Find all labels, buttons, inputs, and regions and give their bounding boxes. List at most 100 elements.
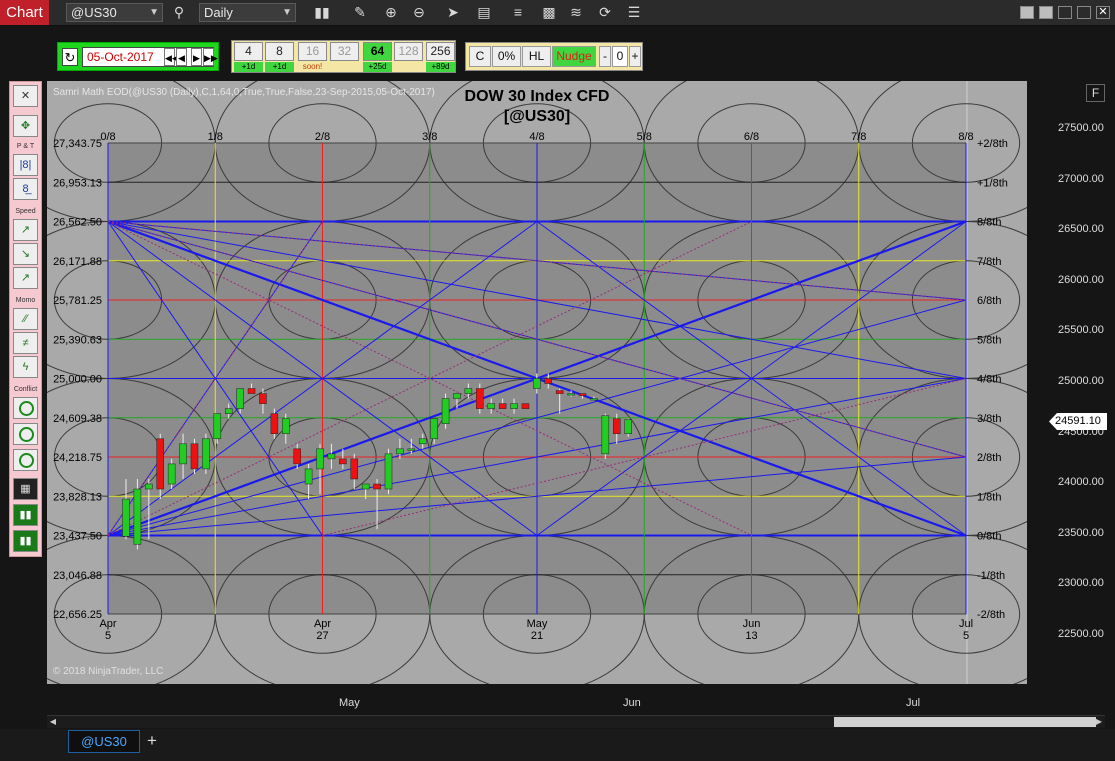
candle-body <box>156 438 164 490</box>
candle-body <box>533 378 541 389</box>
mode-c-button[interactable]: C <box>469 46 491 67</box>
speed-down-icon[interactable]: ↘ <box>13 243 38 265</box>
zoom-out-icon[interactable]: ⊖ <box>409 3 429 22</box>
zoom-256-label: +89d <box>426 62 455 72</box>
close-icon[interactable]: ✕ <box>13 85 38 107</box>
pointer-icon[interactable]: ➤ <box>443 3 463 22</box>
candle-body <box>145 483 153 490</box>
candle-body <box>133 488 142 545</box>
nudge-minus-button[interactable]: - <box>599 46 611 67</box>
candle-body <box>259 393 267 404</box>
instrument-tab[interactable]: @US30 <box>68 730 140 753</box>
pt-8-icon[interactable]: |8| <box>13 154 38 176</box>
conflict-2-icon[interactable] <box>13 423 38 445</box>
price-grid-label: 27,343.75 <box>53 138 102 150</box>
nudge-plus-button[interactable]: + <box>629 46 641 67</box>
zoom-32-button[interactable]: 32 <box>330 42 359 61</box>
mode-hl-button[interactable]: HL <box>522 46 551 67</box>
nudge-value-field[interactable]: 0 <box>612 46 628 67</box>
candle-body <box>590 398 598 401</box>
nudge-button[interactable]: Nudge <box>552 46 596 67</box>
step-forward-fast-button[interactable]: ▶▶ <box>203 48 218 66</box>
price-axis-label: 23500.00 <box>1058 526 1104 539</box>
zoom-16-button[interactable]: 16 <box>298 42 327 61</box>
zoom-in-icon[interactable]: ⊕ <box>381 3 401 22</box>
candle-body <box>316 448 324 470</box>
minimize-button[interactable] <box>1058 6 1072 19</box>
data-box-icon[interactable]: ▤ <box>474 3 494 22</box>
f-button[interactable]: F <box>1086 84 1105 102</box>
candle-body <box>373 483 381 490</box>
bars-alt-icon[interactable]: ▮▮ <box>13 530 38 552</box>
chart-panel[interactable]: 27,343.75 +2/8th 26,953.13 +1/8th 26,562.50 8… <box>47 81 1027 684</box>
candle-body <box>396 448 404 455</box>
candle-body <box>487 403 495 409</box>
zoom-4-button[interactable]: 4 <box>234 42 263 61</box>
inner-day-label: 21 <box>531 630 543 642</box>
inner-day-label: 5 <box>105 630 111 642</box>
bar-type-icon[interactable]: ▮▮ <box>312 3 332 22</box>
mode-percent-button[interactable]: 0% <box>492 46 521 67</box>
candle-body <box>521 403 530 409</box>
close-button[interactable]: ✕ <box>1096 6 1110 19</box>
arrange-icon[interactable]: ▩ <box>539 3 559 22</box>
properties-icon[interactable]: ☰ <box>624 3 644 22</box>
momo-1-icon[interactable]: ⁄⁄ <box>13 308 38 330</box>
window-option-button-2[interactable] <box>1039 6 1053 19</box>
price-grid-label: 25,390.63 <box>53 334 102 346</box>
zoom-64-label: +25d <box>363 62 392 72</box>
time-axis-label: May <box>339 697 360 709</box>
pencil-icon[interactable]: ✎ <box>350 3 370 22</box>
scroll-thumb[interactable] <box>834 717 1096 727</box>
zoom-128-button[interactable]: 128 <box>394 42 423 61</box>
time-axis[interactable] <box>47 686 1050 714</box>
move-icon[interactable]: ✥ <box>13 115 38 137</box>
time-fraction-label: 4/8 <box>529 131 544 143</box>
price-chart[interactable]: 27,343.75 +2/8th 26,953.13 +1/8th 26,562.50 8… <box>47 81 1027 684</box>
horizontal-scrollbar[interactable]: ◀ ▶ <box>47 715 1105 728</box>
scroll-right-icon[interactable]: ▶ <box>1093 716 1105 728</box>
chart-trader-icon[interactable]: ≡ <box>508 3 528 22</box>
search-icon[interactable]: ⚲ <box>169 3 189 22</box>
step-back-button[interactable]: ◀ <box>176 48 187 66</box>
inner-day-label: 13 <box>745 630 757 642</box>
speed-flat-icon[interactable]: ↗ <box>13 267 38 289</box>
candle-body <box>350 458 359 480</box>
window-option-button[interactable] <box>1020 6 1034 19</box>
scroll-left-icon[interactable]: ◀ <box>47 716 59 728</box>
candle-body <box>213 413 222 440</box>
mode-group: C 0% HL Nudge - 0 + <box>465 42 643 71</box>
bars-icon[interactable]: ▮▮ <box>13 504 38 526</box>
strategies-icon[interactable]: ≋ <box>566 3 586 22</box>
top-toolbar: Chart @US30 ▼ ⚲ Daily ▼ ▮▮ ✎ ⊕ ⊖ ➤ ▤ ≡ ▩… <box>0 0 1115 26</box>
pt-8-alt-icon[interactable]: 8̲ <box>13 178 38 200</box>
momo-2-icon[interactable]: ≠ <box>13 332 38 354</box>
add-tab-icon[interactable]: + <box>144 731 160 751</box>
instrument-selector[interactable]: @US30 ▼ <box>66 3 163 22</box>
maximize-button[interactable] <box>1077 6 1091 19</box>
price-grid-label: 26,171.88 <box>53 256 102 268</box>
octave-label: +1/8th <box>977 177 1008 189</box>
refresh-date-icon[interactable]: ↻ <box>62 48 78 66</box>
grid-box-icon[interactable]: ▦ <box>13 478 38 500</box>
speed-up-icon[interactable]: ↗ <box>13 219 38 241</box>
octave-label: +2/8th <box>977 138 1008 150</box>
instrument-value: @US30 <box>71 5 117 20</box>
step-back-fast-button[interactable]: ◀◀ <box>164 48 179 66</box>
momo-3-icon[interactable]: ϟ <box>13 356 38 378</box>
date-navigator: ↻ 05-Oct-2017 ◀◀ ◀ ▶ ▶▶ <box>57 42 219 71</box>
conflict-1-icon[interactable] <box>13 397 38 419</box>
time-fraction-label: 6/8 <box>744 131 759 143</box>
step-forward-button[interactable]: ▶ <box>191 48 202 66</box>
candle-body <box>567 393 575 396</box>
refresh-icon[interactable]: ⟳ <box>595 3 615 22</box>
period-selector[interactable]: Daily ▼ <box>199 3 296 22</box>
zoom-64-button[interactable]: 64 <box>363 42 392 61</box>
conflict-3-icon[interactable] <box>13 449 38 471</box>
candle-body <box>327 453 336 460</box>
tab-bar: @US30 + <box>0 729 1115 761</box>
zoom-8-button[interactable]: 8 <box>265 42 294 61</box>
chart-window-tab[interactable]: Chart <box>0 0 49 25</box>
zoom-256-button[interactable]: 256 <box>426 42 455 61</box>
octave-label: 7/8th <box>977 256 1001 268</box>
